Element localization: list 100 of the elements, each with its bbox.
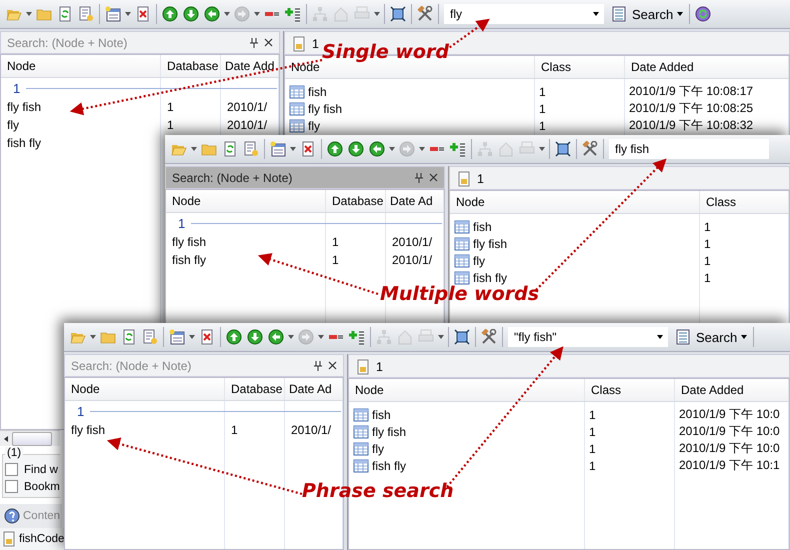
dropdown-caret-icon[interactable]	[224, 12, 230, 16]
tools-icon[interactable]	[582, 141, 598, 157]
horizontal-scrollbar[interactable]	[0, 430, 60, 446]
dropdown-caret-icon[interactable]	[125, 12, 131, 16]
table-icon	[353, 440, 369, 456]
dropdown-caret-icon[interactable]	[191, 147, 197, 151]
table-cell: 1	[332, 253, 339, 267]
table-icon	[454, 270, 470, 286]
column-header[interactable]: Node	[166, 190, 326, 212]
dropdown-caret-icon[interactable]	[389, 147, 395, 151]
column-header[interactable]: Database	[326, 190, 386, 212]
table-cell: fish	[473, 220, 492, 234]
table-cell: 1	[332, 235, 339, 249]
dropdown-caret-icon[interactable]	[254, 12, 260, 16]
column-header[interactable]: Database	[161, 55, 221, 77]
table-cell: 1	[539, 118, 546, 132]
tools-icon[interactable]	[481, 329, 497, 345]
fullscreen-icon[interactable]	[390, 6, 406, 22]
table-cell: fly fish	[473, 236, 508, 250]
dropdown-caret-icon[interactable]	[374, 12, 380, 16]
help-book-icon	[4, 508, 20, 524]
plus-icon[interactable]	[349, 329, 365, 345]
panel-title: Search: (Node + Note)	[7, 36, 128, 50]
table-cell: fish	[308, 84, 327, 98]
table-cell: 2010/1/9 下午 10:08:17	[629, 83, 754, 100]
dropdown-caret-icon[interactable]	[419, 147, 425, 151]
dropdown-caret-icon[interactable]	[539, 147, 545, 151]
search-button[interactable]: Search	[609, 3, 684, 25]
callout-label: Multiple words	[380, 284, 540, 304]
plus-icon[interactable]	[285, 6, 301, 22]
pin-icon[interactable]	[415, 172, 423, 182]
sync-icon[interactable]	[695, 6, 712, 22]
note-icon	[291, 36, 307, 52]
dropdown-caret-icon[interactable]	[26, 12, 32, 16]
column-header[interactable]: Date Added	[625, 56, 789, 78]
table-cell: 2010/1/9 下午 10:0	[679, 423, 780, 440]
checkbox[interactable]	[5, 480, 18, 493]
search-field[interactable]: "fly fish"	[508, 327, 668, 347]
checkbox[interactable]	[5, 463, 18, 476]
plus-icon[interactable]	[450, 141, 466, 157]
list-window-icon[interactable]	[270, 141, 286, 157]
tools-icon[interactable]	[417, 6, 433, 22]
document-icon[interactable]	[142, 329, 158, 345]
list-window-icon[interactable]	[169, 329, 185, 345]
column-header[interactable]: Class	[535, 56, 625, 78]
column-header[interactable]: Class	[700, 191, 789, 213]
table-icon	[289, 100, 305, 116]
table-cell: fly fish	[7, 100, 42, 114]
fullscreen-icon[interactable]	[454, 329, 470, 345]
table-cell: fly	[473, 254, 485, 268]
column-header[interactable]: Node	[1, 55, 161, 77]
group-label: 1	[178, 216, 186, 230]
search-field[interactable]: fly	[444, 4, 604, 24]
list-window-icon[interactable]	[105, 6, 121, 22]
search-button[interactable]: Search	[673, 326, 748, 348]
note-icon	[355, 359, 371, 375]
table-cell: 1	[589, 458, 596, 472]
table-cell: 2010/1/	[291, 423, 332, 437]
search-field[interactable]: fly fish	[609, 139, 769, 159]
column-header[interactable]: Node	[65, 378, 225, 400]
list-icon	[611, 6, 627, 22]
dropdown-caret-icon[interactable]	[189, 335, 195, 339]
result-tab[interactable]: 1	[349, 357, 391, 377]
table-cell: 2010/1/9 下午 10:08:32	[629, 117, 754, 134]
column-header[interactable]: Class	[585, 379, 675, 401]
column-header[interactable]: Date Added	[675, 379, 789, 401]
fullscreen-icon[interactable]	[555, 141, 571, 157]
document-icon[interactable]	[78, 6, 94, 22]
table-cell: 1	[589, 424, 596, 438]
note-icon	[456, 171, 472, 187]
dropdown-caret-icon[interactable]	[290, 147, 296, 151]
delete-icon[interactable]	[135, 6, 151, 22]
column-header[interactable]: Node	[349, 379, 585, 401]
delete-icon[interactable]	[300, 141, 316, 157]
pin-icon[interactable]	[250, 38, 258, 48]
result-tab[interactable]: 1	[450, 169, 492, 189]
dropdown-caret-icon[interactable]	[90, 335, 96, 339]
table-cell: fly fish	[172, 235, 206, 249]
column-header[interactable]: Date Ad	[285, 378, 343, 400]
refresh-icon[interactable]	[121, 329, 137, 345]
delete-icon[interactable]	[199, 329, 215, 345]
dropdown-caret-icon[interactable]	[318, 335, 324, 339]
close-icon[interactable]	[328, 361, 337, 370]
close-icon[interactable]	[429, 173, 438, 182]
column-header[interactable]: Date Ad	[386, 190, 444, 212]
table-cell: 1	[539, 102, 546, 116]
column-header[interactable]: Date Add	[221, 55, 279, 77]
table-cell: 1	[167, 118, 174, 132]
dropdown-caret-icon[interactable]	[288, 335, 294, 339]
close-icon[interactable]	[264, 38, 273, 47]
table-cell: 1	[704, 270, 711, 284]
column-header[interactable]: Database	[225, 378, 285, 400]
refresh-icon[interactable]	[57, 6, 73, 22]
document-icon[interactable]	[243, 141, 259, 157]
column-header[interactable]: Node	[450, 191, 700, 213]
refresh-icon[interactable]	[222, 141, 238, 157]
pin-icon[interactable]	[314, 360, 322, 370]
dropdown-caret-icon[interactable]	[438, 335, 444, 339]
table-cell: 1	[539, 84, 546, 98]
table-cell: 2010/1/9 下午 10:08:25	[629, 100, 754, 117]
